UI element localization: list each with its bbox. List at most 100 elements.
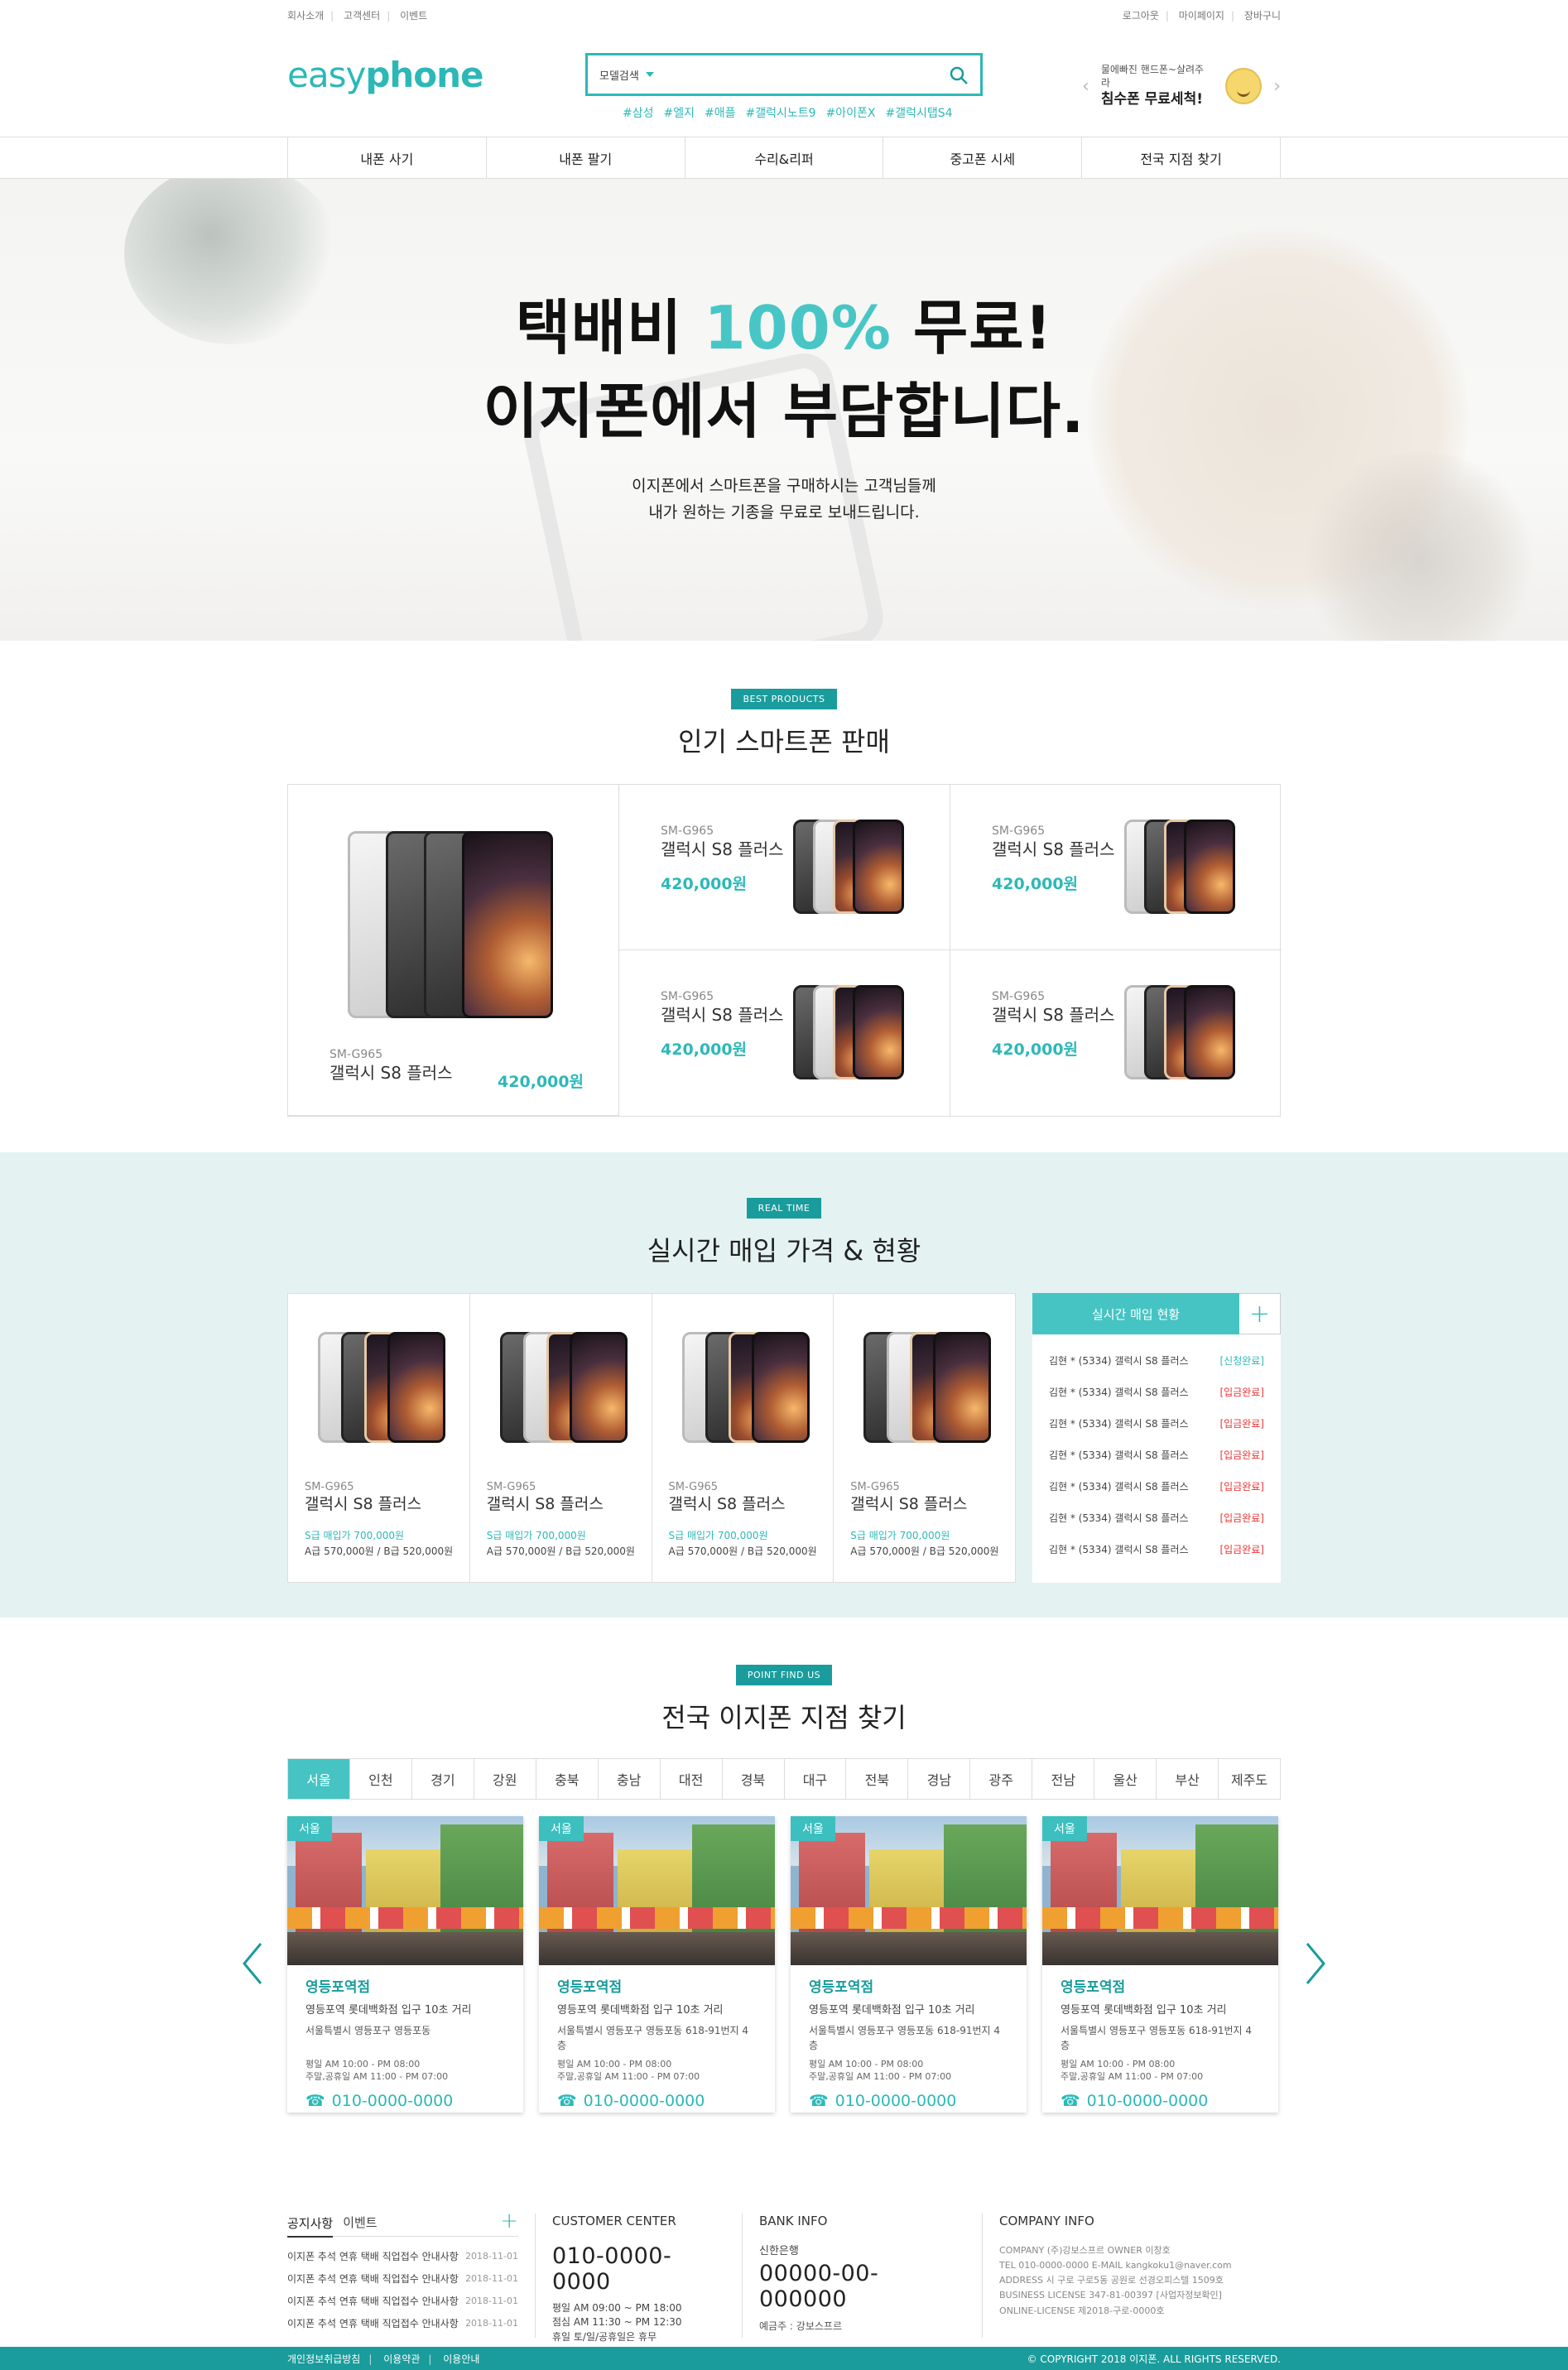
realtime-card[interactable]: SM-G965 갤럭시 S8 플러스 S급 매입가 700,000원 A급 57… xyxy=(834,1294,1015,1582)
search-icon[interactable] xyxy=(949,65,969,85)
search-category-select[interactable]: 모델검색 xyxy=(599,67,654,83)
nav-item-sell[interactable]: 내폰 팔기 xyxy=(487,137,685,179)
chevron-right-icon[interactable] xyxy=(1304,1940,1327,1987)
notice-item[interactable]: 이지폰 추석 연휴 택배 직업접수 안내사항 2018-11-01 xyxy=(287,2312,518,2334)
phone-icon: ☎ xyxy=(305,2091,325,2110)
featured-product-card[interactable]: SM-G965 갤럭시 S8 플러스 420,000원 xyxy=(288,785,619,1116)
tab-event[interactable]: 이벤트 xyxy=(343,2214,377,2231)
logo[interactable]: easyphone xyxy=(287,55,484,95)
realtime-card[interactable]: SM-G965 갤럭시 S8 플러스 S급 매입가 700,000원 A급 57… xyxy=(470,1294,652,1582)
store-card[interactable]: 서울 영등포역점 영등포역 롯데백화점 입구 10초 거리 서울특별시 영등포구… xyxy=(539,1816,775,2113)
search-tag[interactable]: #아이폰X xyxy=(826,104,876,121)
link-privacy[interactable]: 개인정보취급방침 xyxy=(287,2353,360,2365)
store-name: 영등포역점 xyxy=(809,1979,874,1996)
status-item[interactable]: 김현 * (5334) 갤럭시 S8 플러스 [입금완료] xyxy=(1049,1376,1264,1407)
plus-icon[interactable]: + xyxy=(1239,1293,1281,1334)
hours-weekday: 평일 AM 10:00 - PM 08:00 xyxy=(1061,2059,1176,2070)
status-item[interactable]: 김현 * (5334) 갤럭시 S8 플러스 [입금완료] xyxy=(1049,1533,1264,1565)
plus-icon[interactable]: + xyxy=(500,2209,518,2233)
tab-ulsan[interactable]: 울산 xyxy=(1094,1759,1157,1799)
search-tag[interactable]: #갤럭시노트9 xyxy=(746,104,816,121)
nav-item-branches[interactable]: 전국 지점 찾기 xyxy=(1082,137,1281,179)
realtime-card[interactable]: SM-G965 갤럭시 S8 플러스 S급 매입가 700,000원 A급 57… xyxy=(652,1294,835,1582)
util-link-cart[interactable]: 장바구니 xyxy=(1244,10,1281,22)
product-name: 갤럭시 S8 플러스 xyxy=(992,1005,1115,1025)
product-card[interactable]: SM-G965 갤럭시 S8 플러스 420,000원 xyxy=(950,950,1282,1116)
status-badge: [신청완료] xyxy=(1219,1354,1264,1367)
notice-item[interactable]: 이지폰 추석 연휴 택배 직업접수 안내사항 2018-11-01 xyxy=(287,2245,518,2267)
tab-gyeonggi[interactable]: 경기 xyxy=(412,1759,474,1799)
search-box[interactable]: 모델검색 xyxy=(585,53,983,96)
tab-jeonbuk[interactable]: 전북 xyxy=(846,1759,909,1799)
search-tag[interactable]: #애플 xyxy=(705,104,736,121)
search-tag[interactable]: #갤럭시탭S4 xyxy=(886,104,953,121)
nav-item-repair[interactable]: 수리&리퍼 xyxy=(685,137,884,179)
hero-line1-b: 무료! xyxy=(891,293,1053,363)
product-card[interactable]: SM-G965 갤럭시 S8 플러스 420,000원 xyxy=(619,950,950,1116)
company-line: BUSINESS LICENSE 347-81-00397 [사업자정보확인] xyxy=(999,2290,1222,2301)
product-card[interactable]: SM-G965 갤럭시 S8 플러스 420,000원 xyxy=(950,785,1282,950)
realtime-row: SM-G965 갤럭시 S8 플러스 S급 매입가 700,000원 A급 57… xyxy=(287,1293,1281,1583)
util-link-company[interactable]: 회사소개 xyxy=(287,10,324,22)
tab-gangwon[interactable]: 강원 xyxy=(474,1759,536,1799)
promo-banner[interactable]: ‹ 물에빠진 핸드폰~살려주라 침수폰 무료세척! › xyxy=(1082,63,1281,109)
chevron-right-icon[interactable]: › xyxy=(1273,76,1281,97)
hero-line1-a: 택배비 xyxy=(515,293,705,363)
search-tag[interactable]: #삼성 xyxy=(623,104,654,121)
tab-incheon[interactable]: 인천 xyxy=(350,1759,412,1799)
region-tabs: 서울 인천 경기 강원 충북 충남 대전 경북 대구 전북 경남 광주 전남 울… xyxy=(287,1758,1281,1800)
store-phone[interactable]: ☎ 010-0000-0000 xyxy=(305,2092,505,2110)
store-card[interactable]: 서울 영등포역점 영등포역 롯데백화점 입구 10초 거리 서울특별시 영등포구… xyxy=(1042,1816,1278,2113)
tab-daejeon[interactable]: 대전 xyxy=(661,1759,723,1799)
chevron-left-icon[interactable] xyxy=(241,1940,264,1987)
tab-chungbuk[interactable]: 충북 xyxy=(536,1759,599,1799)
status-item[interactable]: 김현 * (5334) 갤럭시 S8 플러스 [신청완료] xyxy=(1049,1344,1264,1376)
store-address: 서울특별시 영등포구 영등포동 618-91번지 4층 xyxy=(809,2025,1000,2051)
tab-chungnam[interactable]: 충남 xyxy=(599,1759,661,1799)
product-price: 420,000원 xyxy=(661,1041,748,1059)
util-link-support[interactable]: 고객센터 xyxy=(344,10,380,22)
store-card[interactable]: 서울 영등포역점 영등포역 롯데백화점 입구 10초 거리 서울특별시 영등포구… xyxy=(287,1816,523,2113)
search-tag[interactable]: #엘지 xyxy=(664,104,695,121)
tab-gwangju[interactable]: 광주 xyxy=(970,1759,1033,1799)
nav-item-buy[interactable]: 내폰 사기 xyxy=(288,137,487,179)
best-heading: BEST PRODUCTS 인기 스마트폰 판매 xyxy=(287,689,1281,759)
product-name: 갤럭시 S8 플러스 xyxy=(329,1063,453,1083)
util-link-logout[interactable]: 로그아웃 xyxy=(1123,10,1159,22)
tab-busan[interactable]: 부산 xyxy=(1157,1759,1219,1799)
product-card[interactable]: SM-G965 갤럭시 S8 플러스 420,000원 xyxy=(619,785,950,950)
util-link-mypage[interactable]: 마이페이지 xyxy=(1179,10,1224,22)
link-terms[interactable]: 이용약관 xyxy=(383,2353,420,2365)
store-phone[interactable]: ☎ 010-0000-0000 xyxy=(557,2092,757,2110)
product-name: 갤럭시 S8 플러스 xyxy=(661,839,784,859)
tab-gyeongbuk[interactable]: 경북 xyxy=(723,1759,785,1799)
hours-weekday: 평일 AM 10:00 - PM 08:00 xyxy=(305,2059,421,2070)
product-image xyxy=(793,820,904,914)
status-item[interactable]: 김현 * (5334) 갤럭시 S8 플러스 [입금완료] xyxy=(1049,1502,1264,1533)
realtime-card[interactable]: SM-G965 갤럭시 S8 플러스 S급 매입가 700,000원 A급 57… xyxy=(288,1294,470,1582)
util-link-event[interactable]: 이벤트 xyxy=(400,10,427,22)
status-item[interactable]: 김현 * (5334) 갤럭시 S8 플러스 [입금완료] xyxy=(1049,1470,1264,1502)
status-item[interactable]: 김현 * (5334) 갤럭시 S8 플러스 [입금완료] xyxy=(1049,1439,1264,1470)
tab-notice[interactable]: 공지사항 xyxy=(287,2214,334,2238)
tab-jeju[interactable]: 제주도 xyxy=(1219,1759,1280,1799)
status-item[interactable]: 김현 * (5334) 갤럭시 S8 플러스 [입금완료] xyxy=(1049,1407,1264,1439)
cs-phone[interactable]: 010-0000-0000 xyxy=(552,2243,725,2295)
store-phone[interactable]: ☎ 010-0000-0000 xyxy=(809,2092,1008,2110)
store-phone[interactable]: ☎ 010-0000-0000 xyxy=(1061,2092,1260,2110)
link-guide[interactable]: 이용안내 xyxy=(443,2353,479,2365)
tab-daegu[interactable]: 대구 xyxy=(785,1759,847,1799)
store-card[interactable]: 서울 영등포역점 영등포역 롯데백화점 입구 10초 거리 서울특별시 영등포구… xyxy=(791,1816,1027,2113)
main-nav: 내폰 사기 내폰 팔기 수리&리퍼 중고폰 시세 전국 지점 찾기 xyxy=(0,137,1568,179)
bottom-links: 개인정보취급방침 | 이용약관 | 이용안내 xyxy=(287,2353,480,2365)
bank-name: 신한은행 xyxy=(759,2245,799,2257)
chevron-left-icon[interactable]: ‹ xyxy=(1082,76,1089,97)
tab-jeonnam[interactable]: 전남 xyxy=(1032,1759,1095,1799)
nav-item-price[interactable]: 중고폰 시세 xyxy=(883,137,1083,179)
notice-item[interactable]: 이지폰 추석 연휴 택배 직업접수 안내사항 2018-11-01 xyxy=(287,2267,518,2290)
tab-seoul[interactable]: 서울 xyxy=(288,1759,350,1799)
company-title: COMPANY INFO xyxy=(999,2214,1094,2228)
tab-gyeongnam[interactable]: 경남 xyxy=(908,1759,971,1799)
logo-light: easy xyxy=(287,55,366,95)
notice-item[interactable]: 이지폰 추석 연휴 택배 직업접수 안내사항 2018-11-01 xyxy=(287,2290,518,2312)
